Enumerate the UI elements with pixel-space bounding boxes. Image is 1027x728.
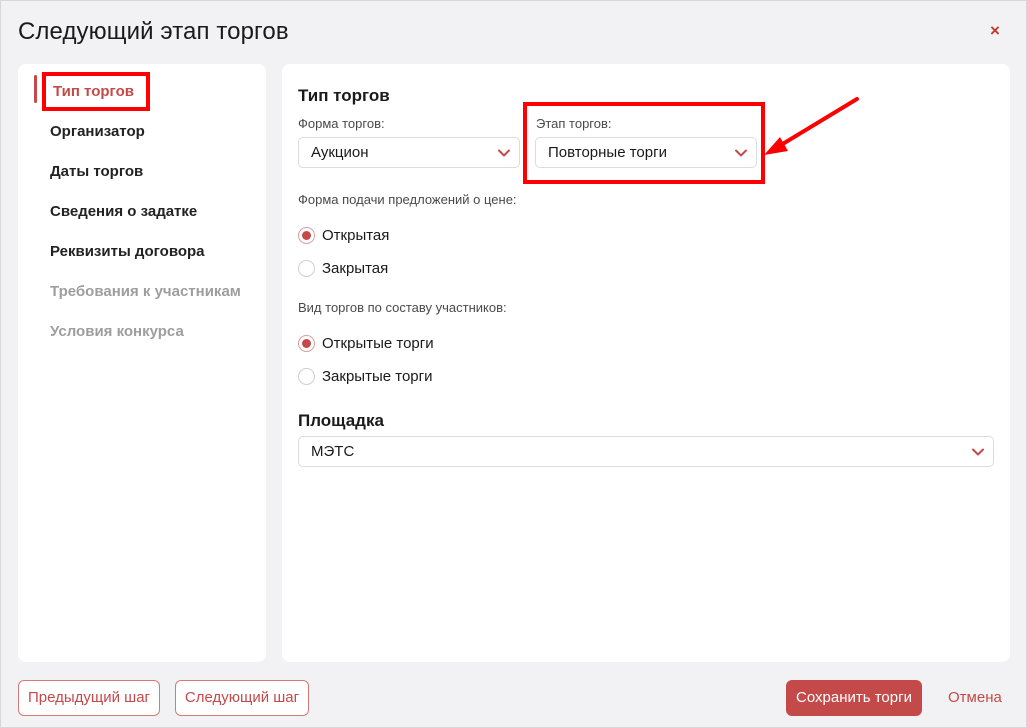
trade-form-label: Форма торгов: — [298, 116, 385, 131]
sidebar-item-requirements: Требования к участникам — [50, 283, 241, 300]
chevron-down-icon — [735, 149, 747, 157]
save-trade-button[interactable]: Сохранить торги — [786, 680, 922, 716]
cancel-button[interactable]: Отмена — [948, 689, 1002, 706]
section-title-trade-type: Тип торгов — [298, 86, 390, 105]
trade-form-select[interactable]: Аукцион — [298, 137, 520, 168]
platform-select[interactable]: МЭТС — [298, 436, 994, 467]
modal-title: Следующий этап торгов — [18, 18, 289, 45]
chevron-down-icon — [498, 149, 510, 157]
sidebar-item-organizer[interactable]: Организатор — [50, 123, 145, 140]
radio-label: Открытая — [322, 227, 390, 244]
steps-sidebar: Тип торгов Организатор Даты торгов Сведе… — [18, 64, 266, 662]
radio-circle — [298, 260, 315, 277]
radio-circle-checked — [298, 335, 315, 352]
radio-label: Открытые торги — [322, 335, 434, 352]
close-icon[interactable]: × — [985, 21, 1005, 41]
radio-circle-checked — [298, 227, 315, 244]
sidebar-item-contract[interactable]: Реквизиты договора — [50, 243, 205, 260]
trade-stage-label: Этап торгов: — [536, 116, 612, 131]
trade-stage-value: Повторные торги — [548, 144, 667, 161]
prev-step-button[interactable]: Предыдущий шаг — [18, 680, 160, 716]
radio-label: Закрытые торги — [322, 368, 433, 385]
sidebar-item-contest-conditions: Условия конкурса — [50, 323, 184, 340]
active-step-indicator — [34, 75, 37, 103]
price-offer-label: Форма подачи предложений о цене: — [298, 192, 517, 207]
next-step-button[interactable]: Следующий шаг — [175, 680, 309, 716]
participants-label: Вид торгов по составу участников: — [298, 300, 507, 315]
radio-label: Закрытая — [322, 260, 389, 277]
sidebar-item-deposit[interactable]: Сведения о задатке — [50, 203, 197, 220]
chevron-down-icon — [972, 448, 984, 456]
radio-circle — [298, 368, 315, 385]
form-panel: Тип торгов Форма торгов: Аукцион Этап то… — [282, 64, 1010, 662]
trade-form-value: Аукцион — [311, 144, 369, 161]
sidebar-item-trade-type[interactable]: Тип торгов — [53, 83, 134, 100]
platform-value: МЭТС — [311, 443, 355, 460]
next-stage-modal: Следующий этап торгов × Тип торгов Орган… — [0, 0, 1027, 728]
sidebar-item-dates[interactable]: Даты торгов — [50, 163, 143, 180]
section-title-platform: Площадка — [298, 411, 384, 430]
trade-stage-select[interactable]: Повторные торги — [535, 137, 757, 168]
